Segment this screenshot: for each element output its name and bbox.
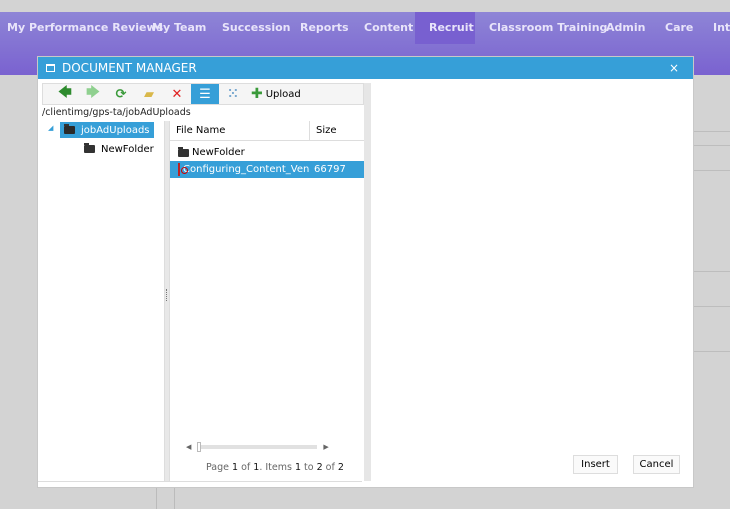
nav-my-team[interactable]: My Team [145,12,213,44]
pager-info: Page 1 of 1. Items 1 to 2 of 2 [206,462,344,473]
refresh-icon[interactable]: ⟳ [107,84,135,104]
pdf-icon [178,163,188,176]
file-size: 66797 [314,164,346,175]
node-label: NewFolder [101,143,154,155]
current-path: /clientimg/gps-ta/jobAdUploads [42,107,191,118]
folder-tree: ◢ jobAdUploads NewFolder [42,121,165,481]
file-row[interactable]: NewFolder [170,144,364,161]
nav-content[interactable]: Content [357,12,420,44]
bg-divider [694,351,730,352]
nav-more[interactable]: Inte [706,12,730,44]
thumbnail-view-icon[interactable]: ⁙ [219,84,247,104]
file-name: NewFolder [192,147,245,158]
file-name: Configuring_Content_Vendc [183,164,310,175]
nav-care[interactable]: Care [658,12,700,44]
upload-button[interactable]: ✚ Upload [251,86,301,102]
dialog-titlebar: DOCUMENT MANAGER × [38,57,693,79]
horizontal-scrollbar[interactable]: ◀ ▶ [186,442,331,452]
node-label: jobAdUploads [81,124,150,136]
plus-icon: ✚ [251,86,263,102]
bg-divider [174,488,175,509]
vertical-scrollbar[interactable] [364,83,371,481]
scroll-right-icon[interactable]: ▶ [323,443,328,451]
back-icon[interactable]: 🡄 [51,84,79,104]
scroll-thumb[interactable] [197,442,202,452]
cancel-button[interactable]: Cancel [633,455,680,474]
top-strip [0,0,730,12]
expand-icon[interactable]: ◢ [48,124,53,132]
list-view-icon[interactable]: ☰ [191,84,219,104]
nav-reports[interactable]: Reports [293,12,356,44]
close-button[interactable]: × [669,57,679,79]
col-size[interactable]: Size [310,121,337,140]
tree-node-jobaduploads[interactable]: jobAdUploads [60,122,154,138]
bg-divider [694,271,730,272]
nav-succession[interactable]: Succession [215,12,298,44]
folder-icon [64,124,75,134]
divider [38,481,362,482]
bg-divider [694,145,730,146]
forward-icon[interactable]: 🡆 [79,84,107,104]
delete-icon[interactable]: ✕ [163,84,191,104]
new-folder-icon[interactable]: ▰ [135,84,163,104]
file-grid: File Name Size NewFolder Configuring_Con… [169,121,364,481]
bg-divider [694,131,730,132]
insert-button[interactable]: Insert [573,455,618,474]
toolbar: 🡄 🡆 ⟳ ▰ ✕ ☰ ⁙ ✚ Upload [42,83,364,105]
bg-divider [156,488,157,509]
nav-recruit[interactable]: Recruit [415,12,475,44]
tree-node-newfolder[interactable]: NewFolder [80,141,158,157]
nav-admin[interactable]: Admin [599,12,652,44]
file-row[interactable]: Configuring_Content_Vendc 66797 [170,161,364,178]
col-file-name[interactable]: File Name [170,121,310,140]
grid-header: File Name Size [170,121,364,141]
nav-classroom-training[interactable]: Classroom Training [482,12,614,44]
scroll-left-icon[interactable]: ◀ [186,443,191,451]
bg-divider [694,306,730,307]
bg-divider [694,170,730,171]
folder-icon [178,146,189,157]
upload-label: Upload [265,88,301,100]
folder-icon [84,143,95,153]
dialog-title: DOCUMENT MANAGER [62,61,197,75]
document-manager-dialog: DOCUMENT MANAGER × 🡄 🡆 ⟳ ▰ ✕ ☰ ⁙ ✚ Uploa… [37,56,694,488]
window-icon [46,64,55,72]
